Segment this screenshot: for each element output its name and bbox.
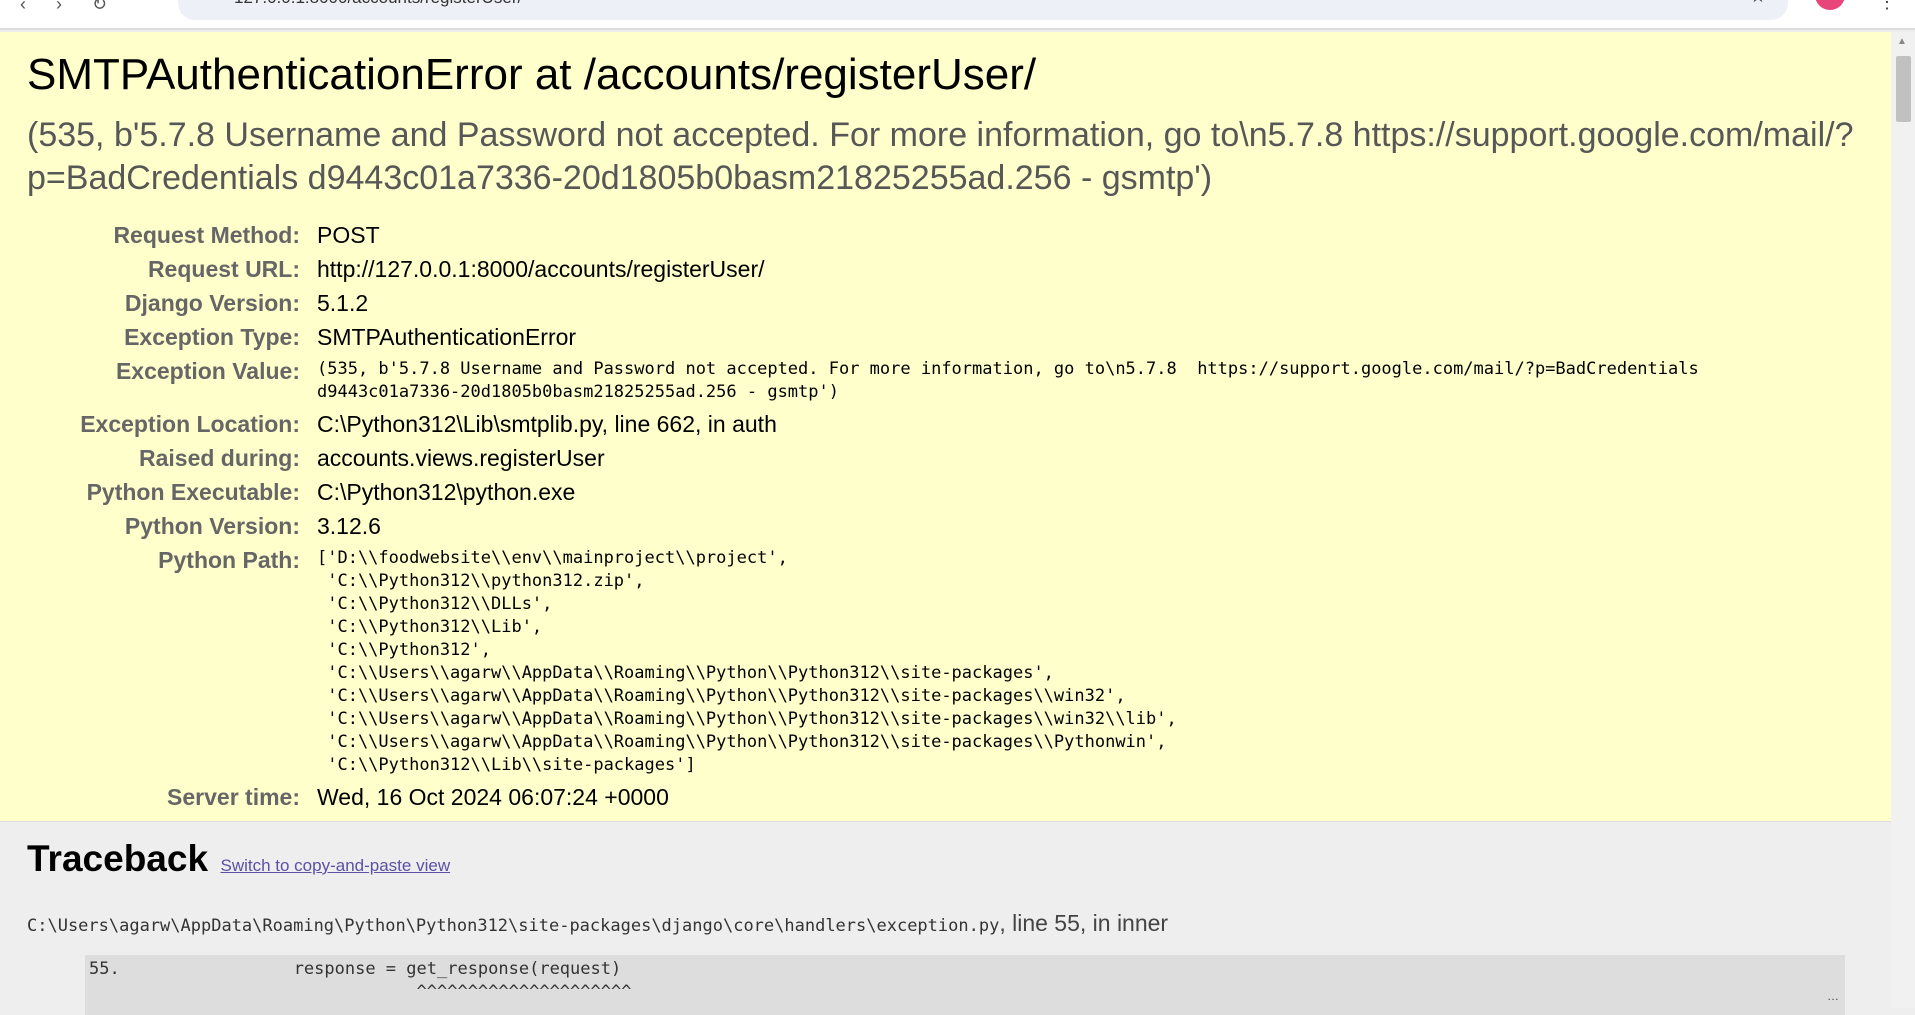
meta-label: Exception Location: [80, 411, 300, 437]
meta-label: Server time: [167, 784, 300, 810]
scrollbar-thumb[interactable] [1896, 56, 1911, 122]
meta-label: Request Method: [113, 222, 300, 248]
meta-row: Exception Location: C:\Python312\Lib\smtp… [0, 409, 1699, 443]
frame-location: , line 55, in inner [999, 910, 1169, 936]
scrollbar[interactable]: ▲ [1891, 32, 1915, 1008]
meta-label: Request URL: [147, 256, 300, 282]
page-title: SMTPAuthenticationError at /accounts/reg… [27, 50, 1037, 99]
meta-row: Exception Value: (535, b'5.7.8 Username a… [0, 356, 1699, 409]
meta-label: Python Executable: [86, 479, 300, 505]
python-path: ['D:\\foodwebsite\\env\\mainproject\\pro… [317, 548, 1177, 775]
meta-label: Django Version: [124, 290, 300, 316]
meta-label: Python Path: [158, 547, 300, 573]
meta-value: 5.1.2 [317, 290, 369, 316]
meta-row: Request Method: POST [0, 220, 1699, 254]
meta-row: Python Executable: C:\Python312\python.ex… [0, 477, 1699, 511]
traceback-header: Traceback Switch to copy-and-paste view [27, 838, 450, 880]
scroll-up-arrow-icon[interactable]: ▲ [1897, 36, 1907, 47]
meta-label: Exception Value: [115, 358, 300, 384]
traceback-heading: Traceback [27, 838, 209, 879]
bookmark-star-icon[interactable]: ★ [1750, 0, 1766, 7]
browser-menu-icon[interactable]: ⋮ [1878, 0, 1896, 13]
meta-label: Python Version: [124, 513, 300, 539]
error-summary: SMTPAuthenticationError at /accounts/reg… [0, 32, 1891, 822]
meta-row: Request URL: http://127.0.0.1:8000/accoun… [0, 254, 1699, 288]
url-text[interactable]: 127.0.0.1:8000/accounts/registerUser/ [234, 0, 522, 8]
profile-avatar[interactable] [1815, 0, 1845, 10]
meta-label: Raised during: [138, 445, 300, 471]
meta-row: Django Version: 5.1.2 [0, 288, 1699, 322]
meta-row: Python Version: 3.12.6 [0, 511, 1699, 545]
meta-label: Exception Type: [124, 324, 300, 350]
code-context[interactable]: 55. response = get_response(request) ^^^… [85, 955, 1845, 1015]
meta-value: 3.12.6 [317, 513, 381, 539]
request-meta-table: Request Method: POST Request URL: http://1… [0, 220, 1699, 816]
meta-row: Raised during: accounts.views.registerUse… [0, 443, 1699, 477]
meta-value: POST [317, 222, 380, 248]
browser-toolbar: ‹›↻ 127.0.0.1:8000/accounts/registerUser… [0, 0, 1915, 30]
expand-ellipsis-icon[interactable]: … [1827, 989, 1839, 1003]
frame-file: C:\Users\agarw\AppData\Roaming\Python\Py… [27, 916, 1000, 936]
meta-row: Exception Type: SMTPAuthenticationError [0, 322, 1699, 356]
meta-value: http://127.0.0.1:8000/accounts/registerU… [317, 256, 765, 282]
meta-value: C:\Python312\python.exe [317, 479, 576, 505]
exception-value: (535, b'5.7.8 Username and Password not … [317, 359, 1699, 402]
meta-row: Server time: Wed, 16 Oct 2024 06:07:24 +0… [0, 782, 1699, 816]
meta-row: Python Path: ['D:\\foodwebsite\\env\\main… [0, 545, 1699, 782]
code-line: 55. response = get_response(request) ^^^… [89, 959, 632, 1002]
address-bar[interactable]: 127.0.0.1:8000/accounts/registerUser/ ★ [178, 0, 1788, 20]
meta-value: C:\Python312\Lib\smtplib.py, line 662, i… [317, 411, 777, 437]
meta-value: Wed, 16 Oct 2024 06:07:24 +0000 [317, 784, 669, 810]
meta-value: SMTPAuthenticationError [317, 324, 577, 350]
exception-message: (535, b'5.7.8 Username and Password not … [27, 116, 1854, 197]
traceback-frame: C:\Users\agarw\AppData\Roaming\Python\Py… [27, 910, 1168, 937]
switch-copy-paste-link[interactable]: Switch to copy-and-paste view [220, 856, 450, 875]
meta-value: accounts.views.registerUser [317, 445, 605, 471]
nav-buttons[interactable]: ‹›↻ [20, 0, 137, 15]
